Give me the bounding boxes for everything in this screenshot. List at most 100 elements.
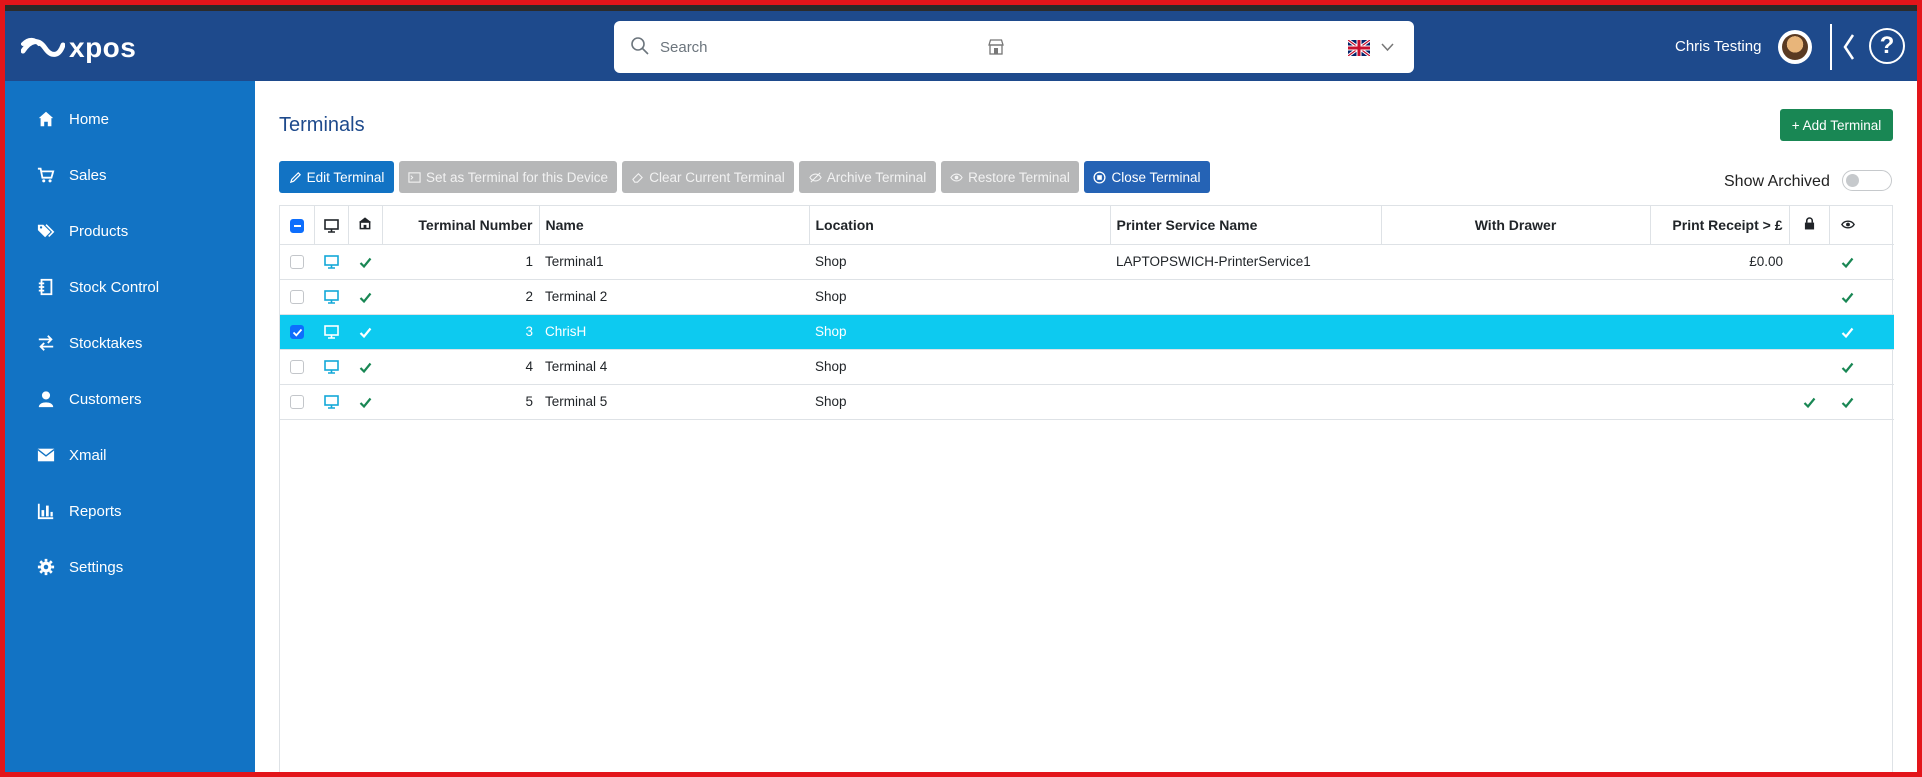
name-header[interactable]: Name bbox=[539, 206, 810, 245]
edit-terminal-button[interactable]: Edit Terminal bbox=[279, 161, 394, 193]
show-archived-toggle[interactable] bbox=[1842, 170, 1892, 191]
location-cell: Shop bbox=[809, 279, 1110, 315]
store-header[interactable] bbox=[348, 206, 383, 245]
search-input[interactable] bbox=[660, 33, 960, 61]
sidebar-item-label: Reports bbox=[69, 502, 122, 520]
stock-icon bbox=[36, 277, 56, 297]
visible-cell bbox=[1829, 244, 1894, 280]
row-checkbox[interactable] bbox=[290, 395, 304, 410]
lock-cell bbox=[1789, 279, 1829, 315]
archive-terminal-label: Archive Terminal bbox=[826, 169, 927, 185]
row-select-cell bbox=[280, 279, 314, 315]
search-icon bbox=[631, 37, 649, 55]
sidebar-item-label: Settings bbox=[69, 558, 124, 576]
person-icon bbox=[36, 389, 56, 409]
lock-cell bbox=[1789, 349, 1829, 385]
sidebar-item-stock-control[interactable]: Stock Control bbox=[5, 267, 255, 307]
close-terminal-button[interactable]: Close Terminal bbox=[1084, 161, 1210, 193]
add-terminal-button[interactable]: + Add Terminal bbox=[1780, 109, 1893, 141]
clear-current-label: Clear Current Terminal bbox=[649, 169, 785, 185]
page-title: Terminals bbox=[279, 114, 365, 136]
archive-terminal-button[interactable]: Archive Terminal bbox=[799, 161, 936, 193]
table-row[interactable]: 4 Terminal 4 Shop bbox=[280, 349, 1894, 385]
select-all-checkbox[interactable] bbox=[289, 218, 304, 233]
location-cell: Shop bbox=[809, 384, 1110, 420]
check-icon bbox=[359, 292, 371, 304]
sidebar-item-reports[interactable]: Reports bbox=[5, 491, 255, 531]
visible-header[interactable] bbox=[1829, 206, 1894, 245]
printer-service-cell bbox=[1110, 314, 1381, 350]
table-row[interactable]: 1 Terminal1 Shop LAPTOPSWICH-PrinterServ… bbox=[280, 244, 1894, 280]
with-drawer-header[interactable]: With Drawer bbox=[1381, 206, 1651, 245]
name-cell: Terminal 4 bbox=[539, 349, 809, 385]
monitor-icon bbox=[323, 290, 339, 305]
sidebar-item-products[interactable]: Products bbox=[5, 211, 255, 251]
printer-service-cell bbox=[1110, 349, 1381, 385]
table-row-selected[interactable]: 3 ChrisH Shop bbox=[280, 314, 1894, 350]
terminal-number-header[interactable]: Terminal Number bbox=[382, 206, 540, 245]
restore-terminal-button[interactable]: Restore Terminal bbox=[941, 161, 1079, 193]
location-header[interactable]: Location bbox=[809, 206, 1111, 245]
terminal-type-header[interactable] bbox=[314, 206, 349, 245]
top-header: xpos Chris Testing ? bbox=[5, 11, 1917, 81]
row-checkbox[interactable] bbox=[290, 255, 304, 270]
store-cell bbox=[348, 279, 382, 315]
check-icon bbox=[359, 362, 371, 374]
sidebar-item-label: Products bbox=[69, 222, 129, 240]
sidebar: Home Sales Products Stock Control Stockt… bbox=[5, 81, 255, 772]
main-content: Terminals + Add Terminal Edit Terminal S… bbox=[255, 81, 1917, 772]
collapse-sidebar-icon[interactable] bbox=[1840, 32, 1858, 62]
lock-header[interactable] bbox=[1789, 206, 1830, 245]
lock-icon bbox=[1804, 217, 1814, 230]
print-receipt-cell bbox=[1650, 279, 1789, 315]
sidebar-item-settings[interactable]: Settings bbox=[5, 547, 255, 587]
check-icon bbox=[1803, 397, 1815, 409]
chart-icon bbox=[36, 501, 56, 521]
printer-service-header[interactable]: Printer Service Name bbox=[1110, 206, 1382, 245]
pencil-icon bbox=[289, 171, 301, 183]
with-drawer-cell bbox=[1381, 244, 1650, 280]
check-icon bbox=[359, 257, 371, 269]
help-button[interactable]: ? bbox=[1869, 28, 1905, 64]
row-checkbox[interactable] bbox=[290, 290, 304, 305]
logo[interactable]: xpos bbox=[21, 32, 136, 64]
terminal-type-cell bbox=[314, 384, 348, 420]
logo-text: xpos bbox=[69, 32, 137, 63]
with-drawer-cell bbox=[1381, 314, 1650, 350]
sidebar-item-customers[interactable]: Customers bbox=[5, 379, 255, 419]
sidebar-item-label: Home bbox=[69, 110, 110, 128]
table-row[interactable]: 5 Terminal 5 Shop bbox=[280, 384, 1894, 420]
name-cell: ChrisH bbox=[539, 314, 809, 350]
terminal-type-cell bbox=[314, 349, 348, 385]
search-bar bbox=[614, 21, 1414, 73]
row-select-cell bbox=[280, 244, 314, 280]
sidebar-item-label: Xmail bbox=[69, 446, 107, 464]
sidebar-item-label: Stocktakes bbox=[69, 334, 143, 352]
user-name[interactable]: Chris Testing bbox=[1675, 38, 1761, 55]
close-terminal-label: Close Terminal bbox=[1111, 169, 1201, 185]
store-cell bbox=[348, 384, 382, 420]
row-checkbox[interactable] bbox=[290, 360, 304, 375]
set-device-terminal-button[interactable]: Set as Terminal for this Device bbox=[399, 161, 617, 193]
sidebar-item-xmail[interactable]: Xmail bbox=[5, 435, 255, 475]
row-checkbox[interactable] bbox=[290, 325, 304, 340]
store-icon[interactable] bbox=[987, 38, 1005, 56]
terminal-number-cell: 3 bbox=[382, 314, 539, 350]
sidebar-item-stocktakes[interactable]: Stocktakes bbox=[5, 323, 255, 363]
print-receipt-header[interactable]: Print Receipt > £ bbox=[1650, 206, 1790, 245]
clear-current-terminal-button[interactable]: Clear Current Terminal bbox=[622, 161, 794, 193]
avatar[interactable] bbox=[1778, 30, 1812, 64]
table-row[interactable]: 2 Terminal 2 Shop bbox=[280, 279, 1894, 315]
uk-flag-icon[interactable] bbox=[1348, 40, 1370, 56]
terminal-type-cell bbox=[314, 279, 348, 315]
row-select-cell bbox=[280, 384, 314, 420]
arrows-icon bbox=[36, 333, 56, 353]
sidebar-item-home[interactable]: Home bbox=[5, 99, 255, 139]
eye-icon bbox=[1840, 220, 1855, 229]
xpos-logo-icon bbox=[21, 37, 65, 57]
chevron-down-icon[interactable] bbox=[1381, 42, 1394, 52]
terminal-type-cell bbox=[314, 244, 348, 280]
monitor-icon bbox=[323, 325, 339, 340]
store-cell bbox=[348, 314, 382, 350]
sidebar-item-sales[interactable]: Sales bbox=[5, 155, 255, 195]
